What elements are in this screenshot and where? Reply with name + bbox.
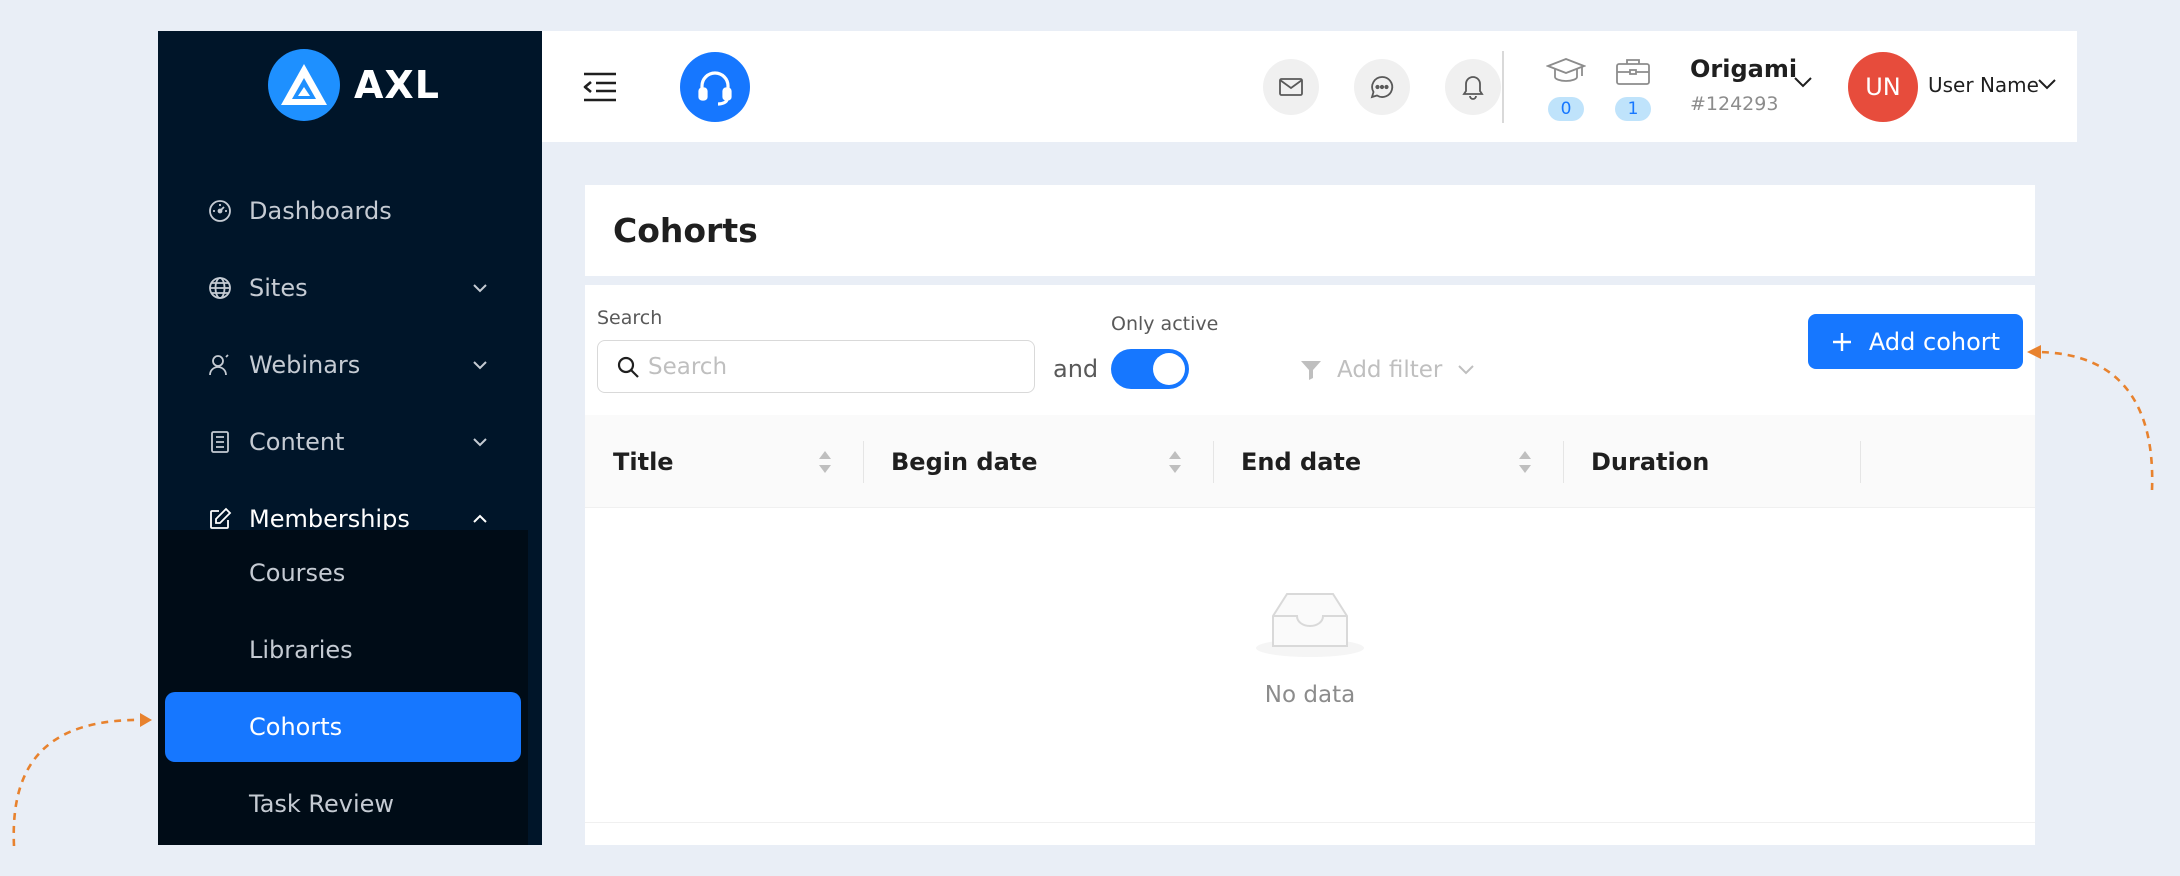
search-icon xyxy=(616,355,640,379)
table-header: Title Begin date End date Duration xyxy=(585,415,2035,508)
brand-name: AXL xyxy=(354,63,440,107)
sidebar-item-sites[interactable]: Sites xyxy=(158,258,542,318)
search-label: Search xyxy=(597,307,663,329)
chevron-down-icon xyxy=(470,278,490,298)
sidebar-item-cohorts[interactable]: Cohorts xyxy=(165,692,521,762)
user-icon xyxy=(206,351,234,379)
page-title: Cohorts xyxy=(613,211,758,250)
sort-icon[interactable] xyxy=(1517,449,1533,479)
search-box[interactable] xyxy=(597,340,1035,393)
empty-state: No data xyxy=(585,508,2035,798)
menu-collapse-icon[interactable] xyxy=(582,71,618,103)
column-label: End date xyxy=(1241,447,1362,476)
column-header-begin-date[interactable]: Begin date xyxy=(891,415,1038,508)
sidebar-item-dashboards[interactable]: Dashboards xyxy=(158,181,542,241)
dashboard-icon xyxy=(206,197,234,225)
courses-count-badge: 0 xyxy=(1548,97,1584,121)
sidebar-item-label: Courses xyxy=(249,559,346,587)
globe-icon xyxy=(206,274,234,302)
column-header-end-date[interactable]: End date xyxy=(1241,415,1361,508)
user-name[interactable]: User Name xyxy=(1928,73,2039,97)
sidebar-item-label: Content xyxy=(249,428,345,456)
search-input[interactable] xyxy=(648,347,1018,387)
column-label: Title xyxy=(613,447,674,476)
chevron-down-icon xyxy=(1456,360,1476,380)
chevron-down-icon[interactable] xyxy=(1792,71,1814,93)
cohorts-table-card: Search and Only active Add filter Add co… xyxy=(585,285,2035,845)
only-active-toggle[interactable] xyxy=(1111,349,1189,389)
support-headset-icon[interactable] xyxy=(680,52,750,122)
sidebar-item-webinars[interactable]: Webinars xyxy=(158,335,542,395)
top-header: 0 1 Origami #124293 UN User Name xyxy=(542,31,2077,142)
sidebar-item-label: Libraries xyxy=(249,636,353,664)
sidebar-item-label: Task Review xyxy=(249,790,395,818)
sidebar-item-libraries[interactable]: Libraries xyxy=(158,615,528,685)
sidebar-item-content[interactable]: Content xyxy=(158,412,542,472)
sidebar: AXL Dashboards Sites Webinars Content Me… xyxy=(158,31,542,845)
annotation-arrow-right xyxy=(2027,345,2154,491)
chat-icon[interactable] xyxy=(1354,59,1410,115)
sort-icon[interactable] xyxy=(1167,449,1183,479)
add-filter-dropdown[interactable]: Add filter xyxy=(1299,355,1476,385)
bell-icon[interactable] xyxy=(1445,59,1501,115)
column-separator xyxy=(1860,441,1861,483)
annotation-arrow-left xyxy=(12,713,152,847)
page-header-card: Cohorts xyxy=(585,185,2035,276)
memberships-submenu: Courses Libraries Cohorts Task Review xyxy=(158,530,528,845)
add-cohort-label: Add cohort xyxy=(1868,327,2001,356)
brand-logo[interactable]: AXL xyxy=(268,49,440,121)
sidebar-item-label: Memberships xyxy=(249,505,410,533)
header-divider xyxy=(1502,51,1504,123)
column-header-duration[interactable]: Duration xyxy=(1591,415,1709,508)
sort-icon[interactable] xyxy=(817,449,833,479)
avatar[interactable]: UN xyxy=(1848,52,1918,122)
toggle-knob xyxy=(1153,353,1185,385)
table-bottom-border xyxy=(585,822,2035,823)
column-separator xyxy=(1563,441,1564,483)
filter-icon xyxy=(1299,358,1323,382)
and-label: and xyxy=(1053,355,1099,383)
courses-stat[interactable]: 0 xyxy=(1546,55,1586,127)
portfolio-stat[interactable]: 1 xyxy=(1613,55,1653,127)
add-filter-label: Add filter xyxy=(1337,357,1443,383)
column-separator xyxy=(863,441,864,483)
graduation-cap-icon xyxy=(1546,55,1586,87)
add-cohort-button[interactable]: Add cohort xyxy=(1808,314,2023,369)
empty-inbox-icon xyxy=(1255,588,1365,660)
chevron-down-icon xyxy=(470,432,490,452)
mail-icon[interactable] xyxy=(1263,59,1319,115)
org-id: #124293 xyxy=(1690,93,1779,115)
sidebar-item-label: Dashboards xyxy=(249,197,392,225)
sidebar-item-label: Webinars xyxy=(249,351,361,379)
document-icon xyxy=(206,428,234,456)
chevron-down-icon xyxy=(470,355,490,375)
sidebar-item-label: Sites xyxy=(249,274,308,302)
empty-text: No data xyxy=(1264,682,1356,708)
sidebar-item-label: Cohorts xyxy=(249,713,343,741)
org-name[interactable]: Origami xyxy=(1690,55,1797,83)
only-active-label: Only active xyxy=(1111,313,1219,335)
logo-mark-icon xyxy=(268,49,340,121)
chevron-down-icon[interactable] xyxy=(2036,73,2058,95)
column-label: Begin date xyxy=(891,447,1038,476)
column-header-title[interactable]: Title xyxy=(613,415,674,508)
briefcase-icon xyxy=(1613,55,1653,87)
column-separator xyxy=(1213,441,1214,483)
edit-icon xyxy=(206,505,234,533)
sidebar-item-courses[interactable]: Courses xyxy=(158,538,528,608)
plus-icon xyxy=(1831,331,1853,353)
portfolio-count-badge: 1 xyxy=(1615,97,1651,121)
sidebar-item-task-review[interactable]: Task Review xyxy=(158,769,528,839)
chevron-up-icon xyxy=(470,509,490,529)
column-label: Duration xyxy=(1591,447,1710,476)
